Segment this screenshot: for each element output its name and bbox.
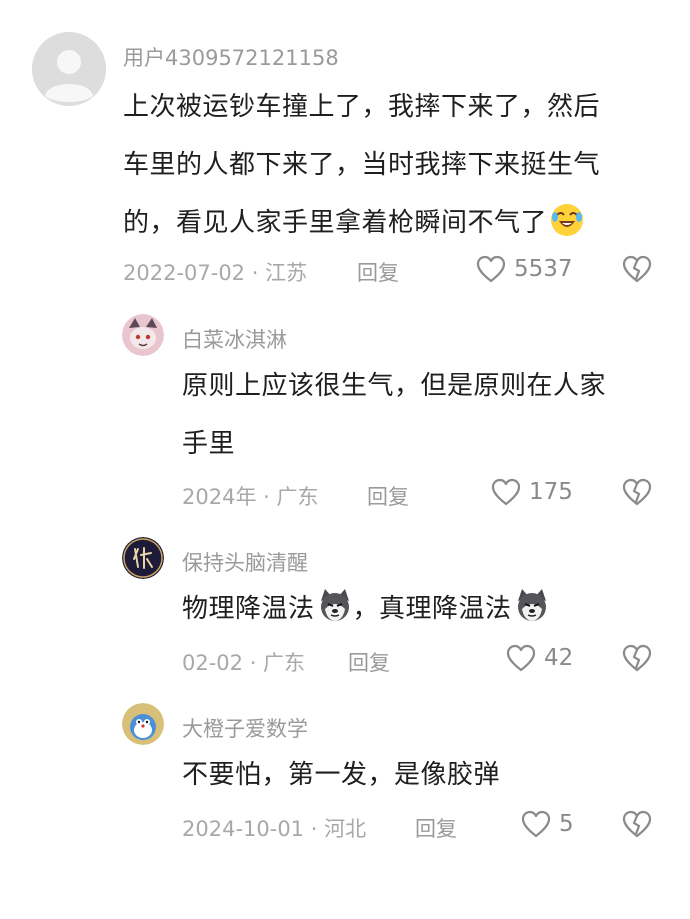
reply-button[interactable]: 回复 <box>415 813 457 843</box>
like-button[interactable]: 5537 <box>476 255 573 283</box>
comment-line: 上次被运钞车撞上了，我摔下来了，然后 <box>123 92 601 122</box>
broken-heart-icon <box>622 644 652 672</box>
comment-line-text: ，真理降温法 <box>352 594 512 624</box>
comment-meta: 02-02 · 广东 <box>182 651 306 675</box>
dislike-button[interactable] <box>622 810 652 838</box>
comment-line-text: 物理降温法 <box>182 594 315 624</box>
dislike-button[interactable] <box>622 255 652 283</box>
username[interactable]: 大橙子爱数学 <box>182 713 308 743</box>
heart-outline-icon <box>506 644 536 672</box>
broken-heart-icon <box>622 810 652 838</box>
husky-dog-emoji <box>514 587 550 623</box>
heart-outline-icon <box>476 255 506 283</box>
comment-line: 不要怕，第一发，是像胶弹 <box>182 760 501 790</box>
like-button[interactable]: 175 <box>491 478 573 506</box>
like-count: 175 <box>529 479 573 505</box>
comment-line: 车里的人都下来了，当时我摔下来挺生气 <box>123 150 601 180</box>
reply-button[interactable]: 回复 <box>367 481 409 511</box>
dislike-button[interactable] <box>622 478 652 506</box>
like-count: 42 <box>544 645 574 671</box>
username[interactable]: 用户4309572121158 <box>123 42 339 72</box>
reply-button[interactable]: 回复 <box>348 647 390 677</box>
crying-laughing-emoji <box>549 201 585 237</box>
comment-line: 物理降温法 ，真理降温法 <box>182 580 550 638</box>
broken-heart-icon <box>622 255 652 283</box>
username[interactable]: 白菜冰淇淋 <box>182 324 287 354</box>
avatar[interactable] <box>122 703 164 745</box>
comment-text: 物理降温法 ，真理降温法 <box>182 580 550 638</box>
avatar[interactable] <box>122 537 164 579</box>
broken-heart-icon <box>622 478 652 506</box>
comment-line: 手里 <box>182 429 236 459</box>
comment-line: 原则上应该很生气，但是原则在人家 <box>182 371 607 401</box>
comment-text: 不要怕，第一发，是像胶弹 <box>182 746 500 804</box>
comment-meta: 2024-10-01 · 河北 <box>182 817 367 841</box>
avatar[interactable] <box>122 314 164 356</box>
like-button[interactable]: 42 <box>506 644 573 672</box>
like-count: 5537 <box>514 256 573 282</box>
comment-text: 上次被运钞车撞上了，我摔下来了，然后 车里的人都下来了，当时我摔下来挺生气 的，… <box>123 78 600 252</box>
comment-meta: 2022-07-02 · 江苏 <box>123 261 308 285</box>
husky-dog-emoji <box>317 587 353 623</box>
default-user-icon <box>32 32 106 106</box>
username[interactable]: 保持头脑清醒 <box>182 547 308 577</box>
dislike-button[interactable] <box>622 644 652 672</box>
like-count: 5 <box>559 811 574 837</box>
avatar[interactable] <box>32 32 106 106</box>
heart-outline-icon <box>491 478 521 506</box>
comment-text: 原则上应该很生气，但是原则在人家 手里 <box>182 357 606 473</box>
heart-outline-icon <box>521 810 551 838</box>
comment-line-text: 的，看见人家手里拿着枪瞬间不气了 <box>123 208 548 238</box>
comment-line: 的，看见人家手里拿着枪瞬间不气了 <box>123 194 600 252</box>
reply-button[interactable]: 回复 <box>357 257 399 287</box>
like-button[interactable]: 5 <box>521 810 574 838</box>
comment-meta: 2024年 · 广东 <box>182 485 319 509</box>
